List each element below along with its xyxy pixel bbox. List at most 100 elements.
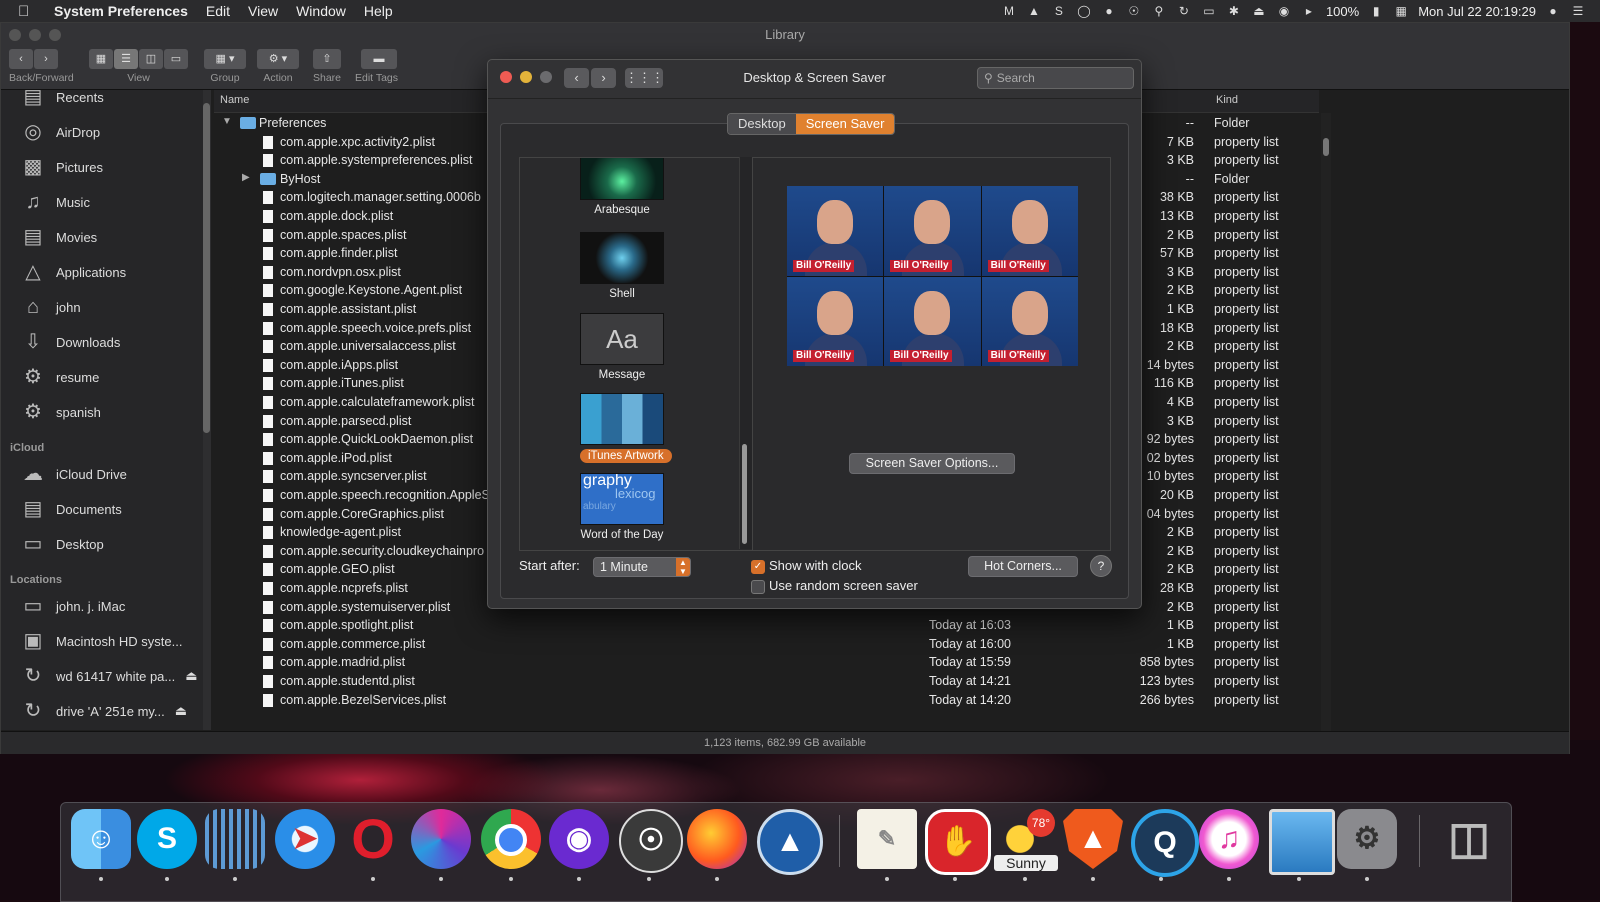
sidebar-item-spanish[interactable]: ⚙ spanish <box>19 399 101 425</box>
tab-screen-saver[interactable]: Screen Saver <box>795 114 895 134</box>
shield-icon[interactable]: ◯ <box>1076 4 1092 18</box>
file-list-scrollbar[interactable] <box>1321 113 1331 733</box>
show-with-clock-checkbox[interactable]: ✓ <box>751 560 765 574</box>
screensaver-options-button[interactable]: Screen Saver Options... <box>849 453 1015 474</box>
firefox-icon[interactable] <box>687 809 747 869</box>
sidebar-item-macintosh-hd[interactable]: ▣ Macintosh HD syste... <box>19 628 183 654</box>
column-view-button[interactable]: ◫ <box>139 49 163 69</box>
sidebar-item-applications[interactable]: △ Applications <box>19 259 126 285</box>
preferences-search-input[interactable]: ⚲ Search <box>977 67 1134 89</box>
screensaver-item-word-of-the-day[interactable]: graphy lexicog abulary Word of the Day <box>580 473 664 541</box>
eject-icon[interactable]: ⏏ <box>185 668 197 684</box>
menu-clock[interactable]: Mon Jul 22 20:19:29 <box>1418 4 1536 19</box>
pages-icon[interactable]: ✎ <box>857 809 917 869</box>
table-row[interactable]: com.apple.BezelServices.plist Today at 14… <box>214 691 1319 710</box>
help-button[interactable]: ? <box>1090 555 1112 577</box>
vpn-icon[interactable]: ▲ <box>1026 4 1042 18</box>
podcast-app-icon[interactable]: ◉ <box>549 809 609 869</box>
sidebar-item-documents[interactable]: ▤ Documents <box>19 496 122 522</box>
file-list-scroll-thumb[interactable] <box>1323 138 1329 156</box>
menu-window[interactable]: Window <box>296 3 346 19</box>
sidebar-item-wd-drive[interactable]: ↻ wd 61417 white pa... ⏏ <box>19 663 198 689</box>
sidebar-item-music[interactable]: ♫ Music <box>19 189 90 215</box>
column-header-name[interactable]: Name <box>220 94 249 106</box>
edit-tags-button[interactable]: ▬ <box>361 49 397 69</box>
malwarebytes-icon[interactable]: M <box>1001 4 1017 18</box>
search-icon[interactable]: ⚲ <box>1151 4 1167 18</box>
sidebar-item-resume[interactable]: ⚙ resume <box>19 364 99 390</box>
group-button[interactable]: ▦ ▾ <box>204 49 246 69</box>
disclosure-closed-icon[interactable]: ▶ <box>242 172 250 183</box>
screensaver-item-arabesque[interactable]: Arabesque <box>580 158 664 216</box>
screensaver-item-shell[interactable]: Shell <box>580 232 664 300</box>
mountain-app-icon[interactable]: ▲ <box>757 809 823 875</box>
sidebar-scroll-thumb[interactable] <box>203 103 210 433</box>
hand-stop-icon[interactable]: ✋ <box>925 809 991 875</box>
battery-percent[interactable]: 100% <box>1326 4 1359 19</box>
table-row[interactable]: com.apple.studentd.plist Today at 14:21 12… <box>214 672 1319 691</box>
disclosure-open-icon[interactable]: ▼ <box>222 116 232 127</box>
opera-icon[interactable]: O <box>343 809 403 869</box>
skype-tray-icon[interactable]: S <box>1051 4 1067 18</box>
forward-button[interactable]: › <box>34 49 58 69</box>
sidebar-item-pictures[interactable]: ▩ Pictures <box>19 154 103 180</box>
sidebar-item-downloads[interactable]: ⇩ Downloads <box>19 329 121 355</box>
accessibility-icon[interactable]: ☉ <box>1126 4 1142 18</box>
sidebar-item-recents[interactable]: ▤ Recents <box>19 90 104 110</box>
siri-icon[interactable]: ● <box>1545 4 1561 18</box>
bluetooth-icon[interactable]: ✱ <box>1226 4 1242 18</box>
airplay-icon[interactable]: ▭ <box>1201 4 1217 18</box>
preview-app-icon[interactable] <box>1269 809 1335 875</box>
time-machine-icon[interactable]: ↻ <box>1176 4 1192 18</box>
menu-edit[interactable]: Edit <box>206 3 230 19</box>
sidebar-item-desktop[interactable]: ▭ Desktop <box>19 531 104 557</box>
system-preferences-icon[interactable]: ⚙ <box>1337 809 1397 869</box>
hot-corners-button[interactable]: Hot Corners... <box>968 556 1078 577</box>
column-header-kind[interactable]: Kind <box>1216 94 1238 106</box>
sidebar-item-icloud-drive[interactable]: ☁ iCloud Drive <box>19 461 127 487</box>
table-row[interactable]: com.apple.spotlight.plist Today at 16:03 1… <box>214 616 1319 635</box>
menu-app-name[interactable]: System Preferences <box>54 3 188 19</box>
share-button[interactable]: ⇧ <box>313 49 341 69</box>
menu-help[interactable]: Help <box>364 3 393 19</box>
table-row[interactable]: com.apple.madrid.plist Today at 15:59 858 … <box>214 653 1319 672</box>
list-view-button[interactable]: ☰ <box>114 49 138 69</box>
obs-icon[interactable]: ☉ <box>619 809 683 873</box>
wifi-icon[interactable]: ◉ <box>1276 4 1292 18</box>
trash-icon[interactable]: ◫ <box>1439 809 1499 869</box>
eject-icon[interactable]: ⏏ <box>1251 4 1267 18</box>
sidebar-item-movies[interactable]: ▤ Movies <box>19 224 98 250</box>
start-after-select[interactable]: 1 Minute ▲ ▼ <box>593 557 691 577</box>
back-button[interactable]: ‹ <box>9 49 33 69</box>
notification-center-icon[interactable]: ☰ <box>1570 4 1586 18</box>
calendar-icon[interactable]: ▦ <box>1393 4 1409 18</box>
quicktime-icon[interactable]: Q <box>1131 809 1199 877</box>
equalizer-app-icon[interactable] <box>205 809 265 869</box>
battery-icon[interactable]: ▮ <box>1368 4 1384 18</box>
menu-view[interactable]: View <box>248 3 278 19</box>
microphone-icon[interactable]: ● <box>1101 4 1117 18</box>
finder-icon[interactable]: ☺ <box>71 809 131 869</box>
app-icon[interactable] <box>411 809 471 869</box>
apple-menu-icon[interactable]:  <box>18 3 40 20</box>
icon-view-button[interactable]: ▦ <box>89 49 113 69</box>
tab-desktop[interactable]: Desktop <box>728 114 796 134</box>
screensaver-item-message[interactable]: Aa Message <box>580 313 664 381</box>
sidebar-item-drive-a[interactable]: ↻ drive 'A' 251e my... ⏏ <box>19 698 187 724</box>
safari-icon[interactable]: ➤ <box>275 809 335 869</box>
screensaver-item-itunes-artwork[interactable]: iTunes Artwork <box>580 393 672 463</box>
table-row[interactable]: com.apple.commerce.plist Today at 16:00 1 … <box>214 635 1319 654</box>
random-screensaver-checkbox[interactable] <box>751 580 765 594</box>
skype-icon[interactable]: S <box>137 809 197 869</box>
brave-icon[interactable]: ▲ <box>1063 809 1123 869</box>
sidebar-item-imac[interactable]: ▭ john. j. iMac <box>19 593 126 619</box>
gallery-view-button[interactable]: ▭ <box>164 49 188 69</box>
itunes-icon[interactable]: ♫ <box>1199 809 1259 869</box>
action-button[interactable]: ⚙ ▾ <box>257 49 299 69</box>
sidebar-item-john[interactable]: ⌂ john <box>19 294 81 320</box>
screensaver-list-scroll-thumb[interactable] <box>742 444 747 544</box>
eject-icon[interactable]: ⏏ <box>175 703 187 719</box>
sidebar-item-airdrop[interactable]: ◎ AirDrop <box>19 119 100 145</box>
volume-icon[interactable]: ▸ <box>1301 4 1317 18</box>
chrome-icon[interactable] <box>481 809 541 869</box>
